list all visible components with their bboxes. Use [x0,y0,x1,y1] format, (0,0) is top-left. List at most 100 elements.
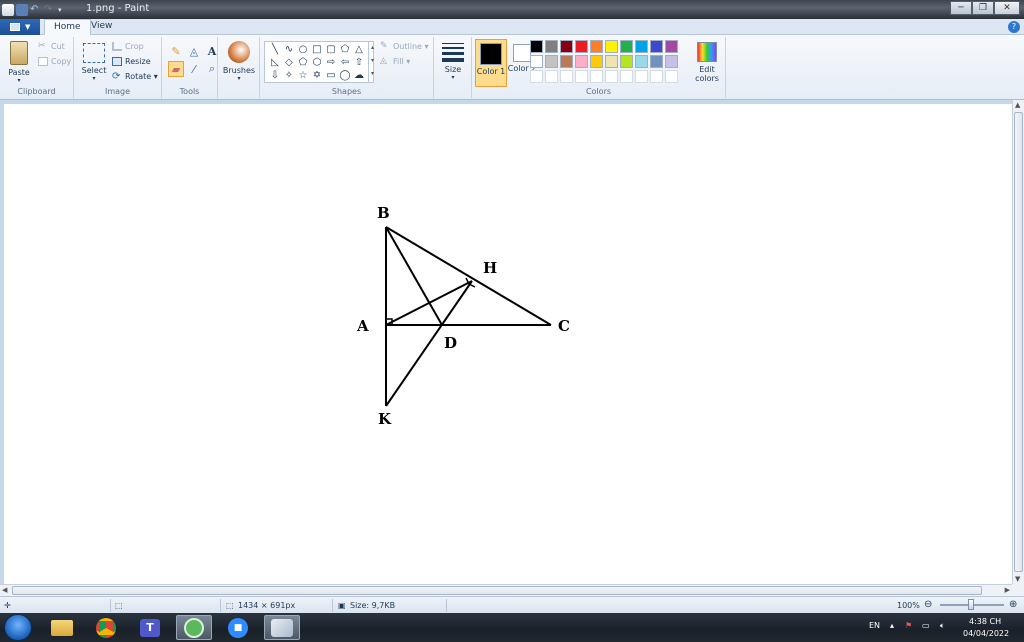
four-point-star-shape-icon[interactable]: ✧ [282,69,296,82]
brushes-button[interactable]: Brushes ▾ [222,39,256,82]
outline-button[interactable]: ✎ Outline ▾ [380,40,429,53]
zoom-in-button[interactable]: ⊕ [1009,599,1017,611]
scroll-left-icon[interactable]: ◀ [2,586,7,594]
network-icon[interactable]: ▭ [922,621,930,630]
color-picker-icon[interactable]: ⁄ [186,61,202,77]
scroll-right-icon[interactable]: ▶ [1005,586,1010,594]
minimize-button[interactable]: ─ [950,1,972,15]
pentagon-shape-icon[interactable]: ⬠ [296,56,310,69]
crop-button[interactable]: Crop [112,40,144,53]
palette-swatch[interactable] [530,55,543,68]
show-hidden-icons-icon[interactable]: ▴ [890,621,894,630]
language-indicator[interactable]: EN [869,621,880,630]
palette-swatch[interactable] [650,40,663,53]
chrome-taskbar-button[interactable] [88,615,124,640]
hexagon-shape-icon[interactable]: ⬡ [310,56,324,69]
pencil-icon[interactable]: ✎ [168,43,184,59]
palette-swatch[interactable] [650,70,663,83]
palette-swatch[interactable] [530,70,543,83]
palette-swatch[interactable] [575,40,588,53]
palette-swatch[interactable] [560,40,573,53]
palette-swatch[interactable] [620,70,633,83]
action-center-icon[interactable]: ⚑ [905,621,912,630]
scroll-up-icon[interactable]: ▲ [1015,101,1020,109]
paint-taskbar-button[interactable] [264,615,300,640]
callout-cloud-shape-icon[interactable]: ☁ [352,69,366,82]
drawing-canvas[interactable]: B H A C D K [4,104,1012,584]
customize-qat-icon[interactable]: ▾ [58,4,70,16]
palette-swatch[interactable] [530,40,543,53]
up-arrow-shape-icon[interactable]: ⇧ [352,56,366,69]
palette-swatch[interactable] [665,70,678,83]
palette-swatch[interactable] [635,40,648,53]
vertical-scroll-thumb[interactable] [1014,112,1023,572]
clock-date[interactable]: 04/04/2022 [963,629,1009,638]
horizontal-scroll-thumb[interactable] [12,586,982,595]
diamond-shape-icon[interactable]: ◇ [282,56,296,69]
select-button[interactable]: Select ▾ [78,39,110,82]
teams-taskbar-button[interactable]: T [132,615,168,640]
save-icon[interactable] [16,3,28,16]
fill-bucket-icon[interactable]: ◬ [186,43,202,59]
cut-button[interactable]: ✂ Cut [38,40,65,53]
palette-swatch[interactable] [620,40,633,53]
redo-icon[interactable]: ↷ [44,4,56,16]
palette-swatch[interactable] [590,70,603,83]
start-button[interactable] [4,614,32,641]
palette-swatch[interactable] [545,55,558,68]
callout-oval-shape-icon[interactable]: ◯ [338,69,352,82]
palette-swatch[interactable] [560,70,573,83]
palette-swatch[interactable] [545,70,558,83]
zoom-taskbar-button[interactable]: ■ [220,615,256,640]
size-button[interactable]: Size ▾ [438,39,468,81]
curve-shape-icon[interactable]: ∿ [282,43,296,56]
undo-icon[interactable]: ↶ [30,4,42,16]
palette-swatch[interactable] [635,70,648,83]
palette-swatch[interactable] [575,55,588,68]
palette-swatch[interactable] [605,40,618,53]
right-triangle-shape-icon[interactable]: ◺ [268,56,282,69]
six-point-star-shape-icon[interactable]: ✡ [310,69,324,82]
clock-time[interactable]: 4:38 CH [969,617,1001,626]
palette-swatch[interactable] [665,55,678,68]
polygon-shape-icon[interactable]: ⬠ [338,43,352,56]
resize-button[interactable]: Resize [112,55,151,68]
palette-swatch[interactable] [605,70,618,83]
five-point-star-shape-icon[interactable]: ☆ [296,69,310,82]
paint-app-icon[interactable] [2,3,14,16]
edit-colors-button[interactable]: Edit colors [690,39,724,83]
palette-swatch[interactable] [590,55,603,68]
palette-swatch[interactable] [545,40,558,53]
maximize-button[interactable]: ❐ [972,1,994,15]
line-shape-icon[interactable]: ╲ [268,43,282,56]
left-arrow-shape-icon[interactable]: ⇦ [338,56,352,69]
paint-menu-button[interactable]: ▼ [0,19,40,35]
rectangle-shape-icon[interactable]: □ [310,43,324,56]
shapes-scroll[interactable]: ▴ ▾ ▾ [368,41,376,83]
fill-button[interactable]: ◬ Fill ▾ [380,55,410,68]
file-explorer-taskbar-button[interactable] [44,615,80,640]
color1-button[interactable]: Color 1 [475,39,507,87]
vertical-scrollbar[interactable]: ▲ ▼ [1012,100,1024,584]
horizontal-scrollbar[interactable]: ◀ ▶ [0,584,1012,596]
palette-swatch[interactable] [560,55,573,68]
copy-button[interactable]: Copy [38,55,71,68]
palette-swatch[interactable] [605,55,618,68]
right-arrow-shape-icon[interactable]: ⇨ [324,56,338,69]
down-arrow-shape-icon[interactable]: ⇩ [268,69,282,82]
rotate-button[interactable]: ⟳ Rotate ▾ [112,70,158,83]
triangle-shape-icon[interactable]: △ [352,43,366,56]
tab-view[interactable]: View [82,19,121,35]
zoom-slider-thumb[interactable] [968,599,974,610]
zoom-out-button[interactable]: ⊖ [924,599,932,611]
paste-button[interactable]: Paste ▾ [4,39,34,84]
volume-icon[interactable]: 🔈︎ [940,621,945,631]
palette-swatch[interactable] [575,70,588,83]
scroll-down-icon[interactable]: ▼ [1015,575,1020,583]
rounded-rectangle-shape-icon[interactable]: ▢ [324,43,338,56]
palette-swatch[interactable] [635,55,648,68]
app-taskbar-button[interactable] [176,615,212,640]
palette-swatch[interactable] [590,40,603,53]
palette-swatch[interactable] [665,40,678,53]
help-icon[interactable]: ? [1008,21,1020,33]
